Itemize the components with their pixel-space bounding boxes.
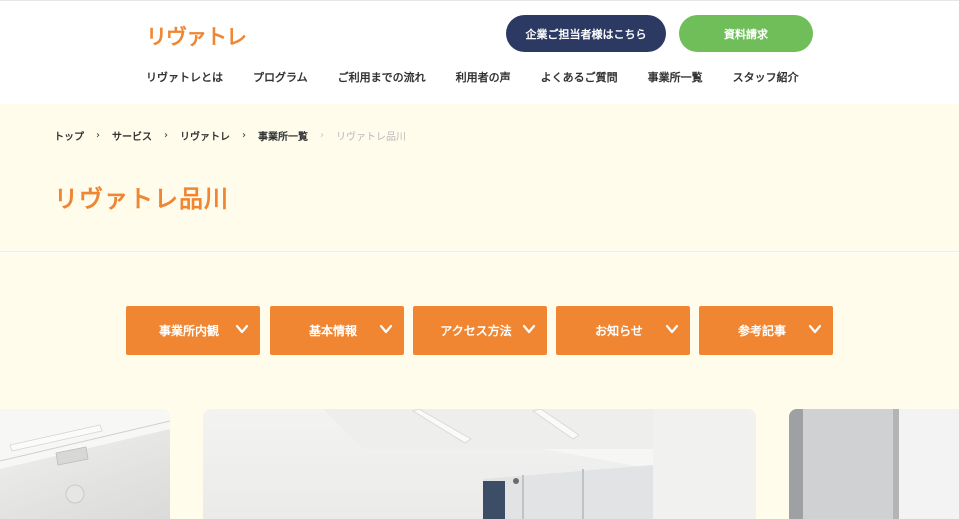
tab-label: 参考記事 (737, 324, 786, 338)
chevron-down-icon (235, 324, 249, 334)
nav-item-offices[interactable]: 事業所一覧 (648, 69, 703, 87)
tab-interior[interactable]: 事業所内観 (126, 306, 260, 355)
nav-item-about[interactable]: リヴァトレとは (146, 69, 223, 87)
nav-item-staff[interactable]: スタッフ紹介 (733, 69, 799, 87)
chevron-right-icon: › (164, 130, 168, 141)
chevron-down-icon (665, 324, 679, 334)
section-tabs: 事業所内観 基本情報 アクセス方法 お知らせ 参考記事 (0, 253, 959, 409)
nav-item-program[interactable]: プログラム (253, 69, 308, 87)
tab-access[interactable]: アクセス方法 (413, 306, 547, 355)
breadcrumb-top[interactable]: トップ (54, 128, 84, 143)
tab-label: お知らせ (595, 324, 643, 338)
tab-news[interactable]: お知らせ (556, 306, 690, 355)
chevron-right-icon: › (96, 130, 100, 141)
chevron-right-icon: › (320, 130, 324, 141)
tab-basic-info[interactable]: 基本情報 (270, 306, 404, 355)
nav-item-flow[interactable]: ご利用までの流れ (338, 69, 426, 87)
page-hero: トップ › サービス › リヴァトレ › 事業所一覧 › リヴァトレ品川 リヴァ… (0, 104, 959, 252)
interior-photo[interactable] (0, 409, 170, 519)
site-logo[interactable]: リヴァトレ (146, 21, 247, 51)
chevron-down-icon (522, 324, 536, 334)
breadcrumb-offices[interactable]: 事業所一覧 (258, 128, 308, 143)
global-nav: リヴァトレとは プログラム ご利用までの流れ 利用者の声 よくあるご質問 事業所… (146, 69, 799, 87)
site-header: リヴァトレ 企業ご担当者様はこちら 資料請求 リヴァトレとは プログラム ご利用… (0, 0, 959, 104)
interior-photo[interactable] (203, 409, 756, 519)
interior-photo-carousel (0, 409, 959, 519)
breadcrumb-rivatre[interactable]: リヴァトレ (180, 128, 230, 143)
partition-illustration (789, 409, 959, 519)
chevron-down-icon (379, 324, 393, 334)
request-documents-button[interactable]: 資料請求 (679, 15, 813, 52)
tab-articles[interactable]: 参考記事 (699, 306, 833, 355)
ceiling-illustration (0, 409, 170, 504)
breadcrumb-service[interactable]: サービス (112, 128, 152, 143)
breadcrumb-current: リヴァトレ品川 (336, 132, 406, 143)
chevron-down-icon (808, 324, 822, 334)
tab-label: アクセス方法 (440, 324, 512, 338)
nav-item-voices[interactable]: 利用者の声 (456, 69, 511, 87)
corporate-contact-button[interactable]: 企業ご担当者様はこちら (506, 15, 666, 52)
tab-label: 事業所内観 (158, 324, 219, 338)
chevron-right-icon: › (242, 130, 246, 141)
breadcrumb: トップ › サービス › リヴァトレ › 事業所一覧 › リヴァトレ品川 (54, 128, 406, 143)
interior-photo[interactable] (789, 409, 959, 519)
nav-item-faq[interactable]: よくあるご質問 (541, 69, 618, 87)
page-title: リヴァトレ品川 (54, 185, 229, 213)
office-illustration (203, 409, 756, 519)
tab-label: 基本情報 (308, 324, 357, 338)
